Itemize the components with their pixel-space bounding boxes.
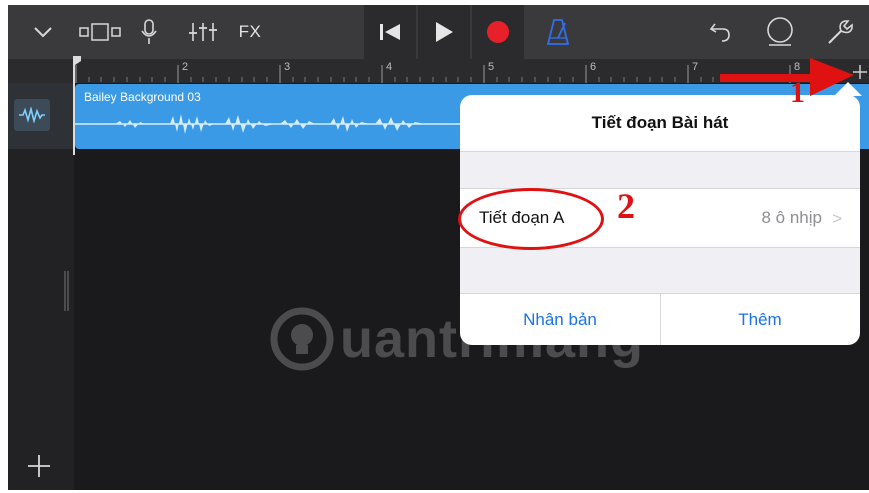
settings-wrench-icon[interactable] xyxy=(820,5,860,59)
top-toolbar: FX xyxy=(8,5,869,59)
ruler-bar-6: 6 xyxy=(590,61,597,73)
ruler-bar-7: 7 xyxy=(692,61,699,73)
region-name: Bailey Background 03 xyxy=(84,90,201,104)
track-header[interactable] xyxy=(8,83,74,149)
section-a-length: 8 ô nhịp xyxy=(761,208,823,227)
ruler-bar-4: 4 xyxy=(386,61,393,73)
loop-icon[interactable] xyxy=(760,5,800,59)
mixer-icon[interactable] xyxy=(186,5,220,59)
metronome-icon[interactable] xyxy=(538,5,578,59)
dropdown-icon[interactable] xyxy=(26,5,60,59)
ruler-bar-5: 5 xyxy=(488,61,495,73)
microphone-icon[interactable] xyxy=(134,5,164,59)
audio-waveform-icon[interactable] xyxy=(14,99,50,131)
annotation-step-1: 1 xyxy=(790,76,805,109)
add-section-button[interactable]: Thêm xyxy=(660,294,860,345)
undo-icon[interactable] xyxy=(702,5,738,59)
ruler-bar-3: 3 xyxy=(284,61,291,73)
view-switch-icon[interactable] xyxy=(76,5,126,59)
duplicate-button[interactable]: Nhân bản xyxy=(460,294,661,345)
play-icon[interactable] xyxy=(418,5,470,59)
lightbulb-logo-icon xyxy=(270,307,334,371)
fx-button[interactable]: FX xyxy=(230,5,270,59)
popover-spacer xyxy=(460,152,860,189)
annotation-step-2: 2 xyxy=(617,186,635,226)
track-header-column xyxy=(8,83,74,490)
go-to-start-icon[interactable] xyxy=(364,5,416,59)
popover-spacer xyxy=(460,248,860,294)
ruler-bar-2: 2 xyxy=(182,61,189,73)
record-icon[interactable] xyxy=(472,5,524,59)
annotation-arrow xyxy=(718,52,858,112)
annotation-circle xyxy=(458,188,604,250)
add-track-plus-icon[interactable] xyxy=(26,453,52,479)
track-resize-handle[interactable] xyxy=(63,271,71,311)
chevron-right-icon: > xyxy=(832,209,842,228)
